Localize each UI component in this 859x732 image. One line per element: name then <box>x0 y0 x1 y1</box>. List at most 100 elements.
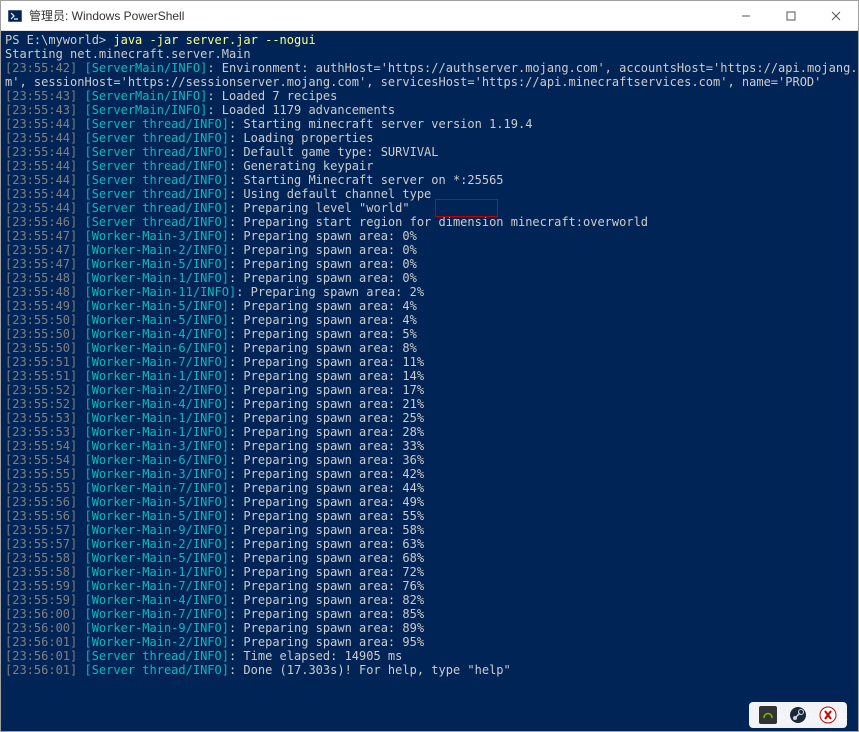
log-tag: [ServerMain/INFO] <box>84 61 207 75</box>
timestamp: [23:55:51] <box>5 369 84 383</box>
timestamp: [23:55:59] <box>5 593 84 607</box>
log-msg: : Preparing spawn area: 68% <box>229 551 424 565</box>
log-tag: [Worker-Main-7/INFO] <box>84 355 229 369</box>
log-tag: [Worker-Main-1/INFO] <box>84 369 229 383</box>
timestamp: [23:55:44] <box>5 173 84 187</box>
log-line: Starting net.minecraft.server.Main <box>5 47 854 61</box>
log-line: [23:55:53] [Worker-Main-1/INFO]: Prepari… <box>5 425 854 439</box>
log-line: [23:55:44] [Server thread/INFO]: Default… <box>5 145 854 159</box>
log-tag: [Worker-Main-11/INFO] <box>84 285 236 299</box>
log-line: m', sessionHost='https://sessionserver.m… <box>5 75 854 89</box>
log-tag: [Worker-Main-5/INFO] <box>84 551 229 565</box>
log-line: [23:55:57] [Worker-Main-2/INFO]: Prepari… <box>5 537 854 551</box>
log-msg: : Generating keypair <box>229 159 374 173</box>
timestamp: [23:55:50] <box>5 341 84 355</box>
log-msg: : Loading properties <box>229 131 374 145</box>
log-msg: : Preparing spawn area: 55% <box>229 509 424 523</box>
log-line: [23:55:56] [Worker-Main-5/INFO]: Prepari… <box>5 509 854 523</box>
log-msg: : Preparing spawn area: 49% <box>229 495 424 509</box>
log-line: [23:55:51] [Worker-Main-7/INFO]: Prepari… <box>5 355 854 369</box>
log-msg: : Starting minecraft server version 1.19… <box>229 117 532 131</box>
log-msg: : Preparing spawn area: 36% <box>229 453 424 467</box>
log-msg: : Preparing spawn area: 21% <box>229 397 424 411</box>
log-tag: [Worker-Main-2/INFO] <box>84 537 229 551</box>
timestamp: [23:55:44] <box>5 201 84 215</box>
log-tag: [Server thread/INFO] <box>84 187 229 201</box>
steam-icon[interactable] <box>789 706 807 724</box>
log-line: [23:55:44] [Server thread/INFO]: Generat… <box>5 159 854 173</box>
timestamp: [23:55:51] <box>5 355 84 369</box>
log-tag: [Worker-Main-4/INFO] <box>84 397 229 411</box>
log-tag: [Worker-Main-3/INFO] <box>84 467 229 481</box>
timestamp: [23:55:50] <box>5 313 84 327</box>
log-msg: : Preparing spawn area: 4% <box>229 313 417 327</box>
timestamp: [23:56:01] <box>5 635 84 649</box>
close-button[interactable] <box>813 1 858 30</box>
titlebar[interactable]: 管理员: Windows PowerShell <box>1 1 858 31</box>
log-tag: [Worker-Main-1/INFO] <box>84 565 229 579</box>
log-msg: : Preparing spawn area: 2% <box>236 285 424 299</box>
timestamp: [23:55:43] <box>5 89 84 103</box>
log-msg: : Preparing spawn area: 85% <box>229 607 424 621</box>
log-msg: : Preparing level "world" <box>229 201 410 215</box>
log-tag: [Worker-Main-5/INFO] <box>84 313 229 327</box>
timestamp: [23:55:44] <box>5 187 84 201</box>
log-line: [23:55:44] [Server thread/INFO]: Startin… <box>5 173 854 187</box>
log-msg: : Preparing start region for dimension m… <box>229 215 648 229</box>
timestamp: [23:55:48] <box>5 285 84 299</box>
log-tag: [Worker-Main-3/INFO] <box>84 229 229 243</box>
log-line: [23:56:01] [Server thread/INFO]: Done (1… <box>5 663 854 677</box>
timestamp: [23:56:00] <box>5 621 84 635</box>
minimize-button[interactable] <box>723 1 768 30</box>
maximize-button[interactable] <box>768 1 813 30</box>
log-line: [23:55:58] [Worker-Main-5/INFO]: Prepari… <box>5 551 854 565</box>
log-tag: [Worker-Main-5/INFO] <box>84 495 229 509</box>
log-msg: : Preparing spawn area: 95% <box>229 635 424 649</box>
timestamp: [23:55:50] <box>5 327 84 341</box>
log-msg: : Preparing spawn area: 0% <box>229 243 417 257</box>
window-controls <box>723 1 858 30</box>
log-tag: [Worker-Main-9/INFO] <box>84 523 229 537</box>
timestamp: [23:55:52] <box>5 383 84 397</box>
log-msg: : Preparing spawn area: 89% <box>229 621 424 635</box>
timestamp: [23:56:00] <box>5 607 84 621</box>
log-msg: : Done (17.303s)! For help, type "help" <box>229 663 511 677</box>
antivirus-icon[interactable] <box>819 706 837 724</box>
log-tag: [Worker-Main-2/INFO] <box>84 243 229 257</box>
timestamp: [23:55:53] <box>5 411 84 425</box>
log-line: [23:56:01] [Server thread/INFO]: Time el… <box>5 649 854 663</box>
log-msg: : Preparing spawn area: 82% <box>229 593 424 607</box>
log-line: [23:55:59] [Worker-Main-4/INFO]: Prepari… <box>5 593 854 607</box>
timestamp: [23:55:44] <box>5 159 84 173</box>
timestamp: [23:56:01] <box>5 663 84 677</box>
log-line: [23:55:49] [Worker-Main-5/INFO]: Prepari… <box>5 299 854 313</box>
timestamp: [23:55:57] <box>5 537 84 551</box>
log-tag: [ServerMain/INFO] <box>84 103 207 117</box>
powershell-window: 管理员: Windows PowerShell PS E:\myworld> j… <box>0 0 859 732</box>
log-line: [23:55:43] [ServerMain/INFO]: Loaded 7 r… <box>5 89 854 103</box>
prompt-path: PS E:\myworld> <box>5 33 113 47</box>
log-line: [23:56:01] [Worker-Main-2/INFO]: Prepari… <box>5 635 854 649</box>
log-line: [23:55:43] [ServerMain/INFO]: Loaded 117… <box>5 103 854 117</box>
log-tag: [Server thread/INFO] <box>84 117 229 131</box>
log-line: [23:55:51] [Worker-Main-1/INFO]: Prepari… <box>5 369 854 383</box>
timestamp: [23:55:46] <box>5 215 84 229</box>
nvidia-icon[interactable] <box>759 706 777 724</box>
log-line: [23:55:48] [Worker-Main-11/INFO]: Prepar… <box>5 285 854 299</box>
timestamp: [23:55:53] <box>5 425 84 439</box>
timestamp: [23:55:57] <box>5 523 84 537</box>
log-msg: : Preparing spawn area: 17% <box>229 383 424 397</box>
log-tag: [Worker-Main-9/INFO] <box>84 621 229 635</box>
log-tag: [Worker-Main-5/INFO] <box>84 509 229 523</box>
log-msg: : Preparing spawn area: 14% <box>229 369 424 383</box>
log-msg: : Loaded 7 recipes <box>207 89 337 103</box>
timestamp: [23:55:56] <box>5 495 84 509</box>
log-tag: [Server thread/INFO] <box>84 215 229 229</box>
timestamp: [23:55:43] <box>5 103 84 117</box>
log-msg: : Preparing spawn area: 8% <box>229 341 417 355</box>
timestamp: [23:55:44] <box>5 145 84 159</box>
log-msg: : Preparing spawn area: 72% <box>229 565 424 579</box>
log-tag: [Worker-Main-7/INFO] <box>84 607 229 621</box>
log-tag: [Worker-Main-7/INFO] <box>84 481 229 495</box>
terminal-output[interactable]: PS E:\myworld> java -jar server.jar --no… <box>1 31 858 731</box>
